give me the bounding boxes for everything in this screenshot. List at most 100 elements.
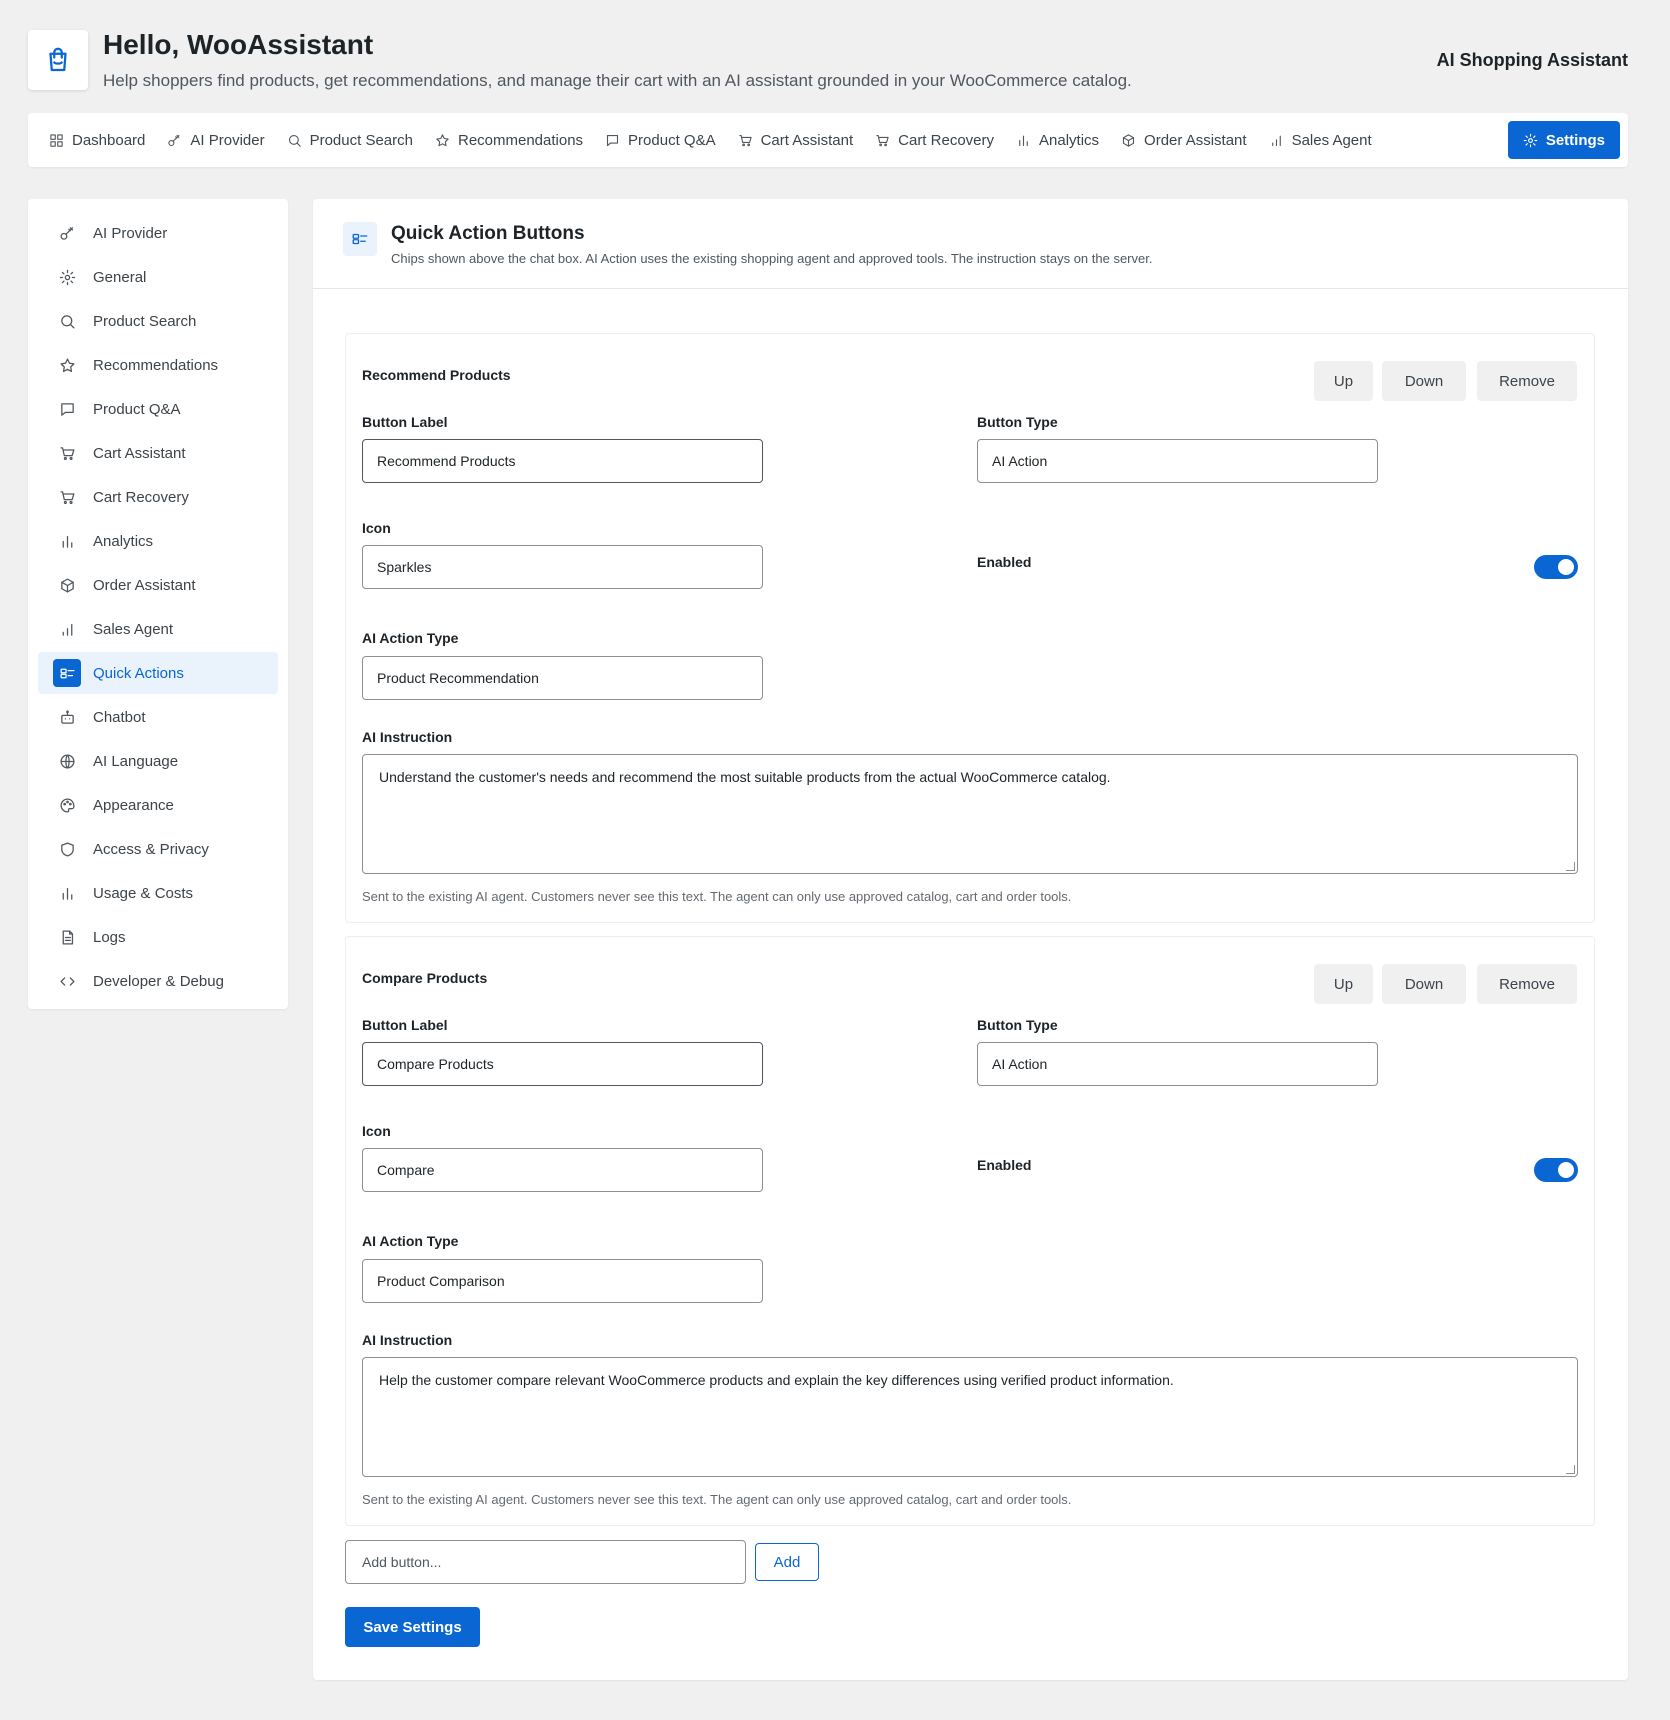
icon-select[interactable]: Sparkles bbox=[362, 545, 763, 589]
shopping-bag-icon bbox=[28, 30, 88, 90]
tab-product-qa[interactable]: Product Q&A bbox=[594, 121, 727, 159]
panel-description: Chips shown above the chat box. AI Actio… bbox=[391, 251, 1153, 266]
quick-action-card: Recommend Products Up Down Remove Button… bbox=[345, 333, 1595, 923]
panel-title: Quick Action Buttons bbox=[391, 223, 585, 244]
sidebar-item-cart-recovery[interactable]: Cart Recovery bbox=[38, 476, 278, 518]
ai-action-type-select[interactable]: Product Recommendation bbox=[362, 656, 763, 700]
bar-chart-icon bbox=[1271, 135, 1281, 146]
star-icon bbox=[436, 133, 449, 146]
code-icon bbox=[53, 967, 81, 995]
sidebar-item-general[interactable]: General bbox=[38, 256, 278, 298]
remove-button[interactable]: Remove bbox=[1477, 361, 1577, 401]
tab-label: Sales Agent bbox=[1291, 131, 1372, 149]
button-type-select[interactable]: AI Action bbox=[977, 439, 1378, 483]
move-down-button[interactable]: Down bbox=[1382, 361, 1466, 401]
sidebar-item-usage-costs[interactable]: Usage & Costs bbox=[38, 872, 278, 914]
sidebar-item-cart-assistant[interactable]: Cart Assistant bbox=[38, 432, 278, 474]
remove-button[interactable]: Remove bbox=[1477, 964, 1577, 1004]
sidebar-item-sales-agent[interactable]: Sales Agent bbox=[38, 608, 278, 650]
button-label-input[interactable]: Recommend Products bbox=[362, 439, 763, 483]
tab-product-search[interactable]: Product Search bbox=[276, 121, 424, 159]
cart-icon bbox=[53, 483, 81, 511]
tab-order-assistant[interactable]: Order Assistant bbox=[1110, 121, 1258, 159]
add-button[interactable]: Add bbox=[755, 1543, 819, 1581]
package-icon bbox=[1122, 133, 1135, 147]
bar-chart-icon bbox=[53, 879, 81, 907]
key-icon bbox=[53, 219, 81, 247]
ai-instruction-textarea[interactable]: Understand the customer's needs and reco… bbox=[362, 754, 1578, 874]
move-up-button[interactable]: Up bbox=[1314, 361, 1373, 401]
grid-icon bbox=[50, 133, 63, 147]
tab-label: Settings bbox=[1545, 131, 1605, 149]
sidebar-item-appearance[interactable]: Appearance bbox=[38, 784, 278, 826]
sidebar-item-label: AI Provider bbox=[93, 224, 168, 242]
quick-action-name: Compare Products bbox=[362, 970, 488, 986]
gear-icon bbox=[1523, 133, 1538, 147]
save-settings-button[interactable]: Save Settings bbox=[345, 1607, 480, 1647]
sidebar-item-chatbot[interactable]: Chatbot bbox=[38, 696, 278, 738]
ai-action-type-label: AI Action Type bbox=[362, 630, 459, 646]
icon-select[interactable]: Compare bbox=[362, 1148, 763, 1192]
button-type-label: Button Type bbox=[977, 1017, 1058, 1033]
quick-actions-panel: Quick Action Buttons Chips shown above t… bbox=[313, 199, 1628, 1680]
sidebar-item-ai-provider[interactable]: AI Provider bbox=[38, 212, 278, 254]
cart-icon bbox=[876, 134, 889, 146]
move-down-button[interactable]: Down bbox=[1382, 964, 1466, 1004]
tab-sales-agent[interactable]: Sales Agent bbox=[1258, 121, 1383, 159]
search-icon bbox=[53, 307, 81, 335]
enabled-toggle[interactable] bbox=[1534, 555, 1578, 579]
tab-recommendations[interactable]: Recommendations bbox=[424, 121, 594, 159]
sidebar-item-quick-actions[interactable]: Quick Actions bbox=[38, 652, 278, 694]
bar-chart-icon bbox=[1019, 135, 1028, 146]
globe-icon bbox=[53, 747, 81, 775]
sidebar-item-label: General bbox=[93, 268, 147, 286]
button-label-label: Button Label bbox=[362, 1017, 448, 1033]
resize-handle[interactable] bbox=[1566, 862, 1575, 871]
sidebar-item-order-assistant[interactable]: Order Assistant bbox=[38, 564, 278, 606]
ai-instruction-label: AI Instruction bbox=[362, 729, 453, 745]
tab-label: Order Assistant bbox=[1144, 131, 1247, 149]
sidebar-item-logs[interactable]: Logs bbox=[38, 916, 278, 958]
sidebar-item-label: Sales Agent bbox=[93, 620, 174, 638]
tab-label: Product Q&A bbox=[628, 131, 716, 149]
palette-icon bbox=[53, 791, 81, 819]
sidebar-item-analytics[interactable]: Analytics bbox=[38, 520, 278, 562]
panel-header: Quick Action Buttons Chips shown above t… bbox=[313, 199, 1628, 289]
sidebar-item-label: Usage & Costs bbox=[93, 884, 194, 902]
quick-action-card: Compare Products Up Down Remove Button L… bbox=[345, 936, 1595, 1526]
tab-settings[interactable]: Settings bbox=[1507, 121, 1620, 159]
tab-analytics[interactable]: Analytics bbox=[1005, 121, 1110, 159]
button-type-select[interactable]: AI Action bbox=[977, 1042, 1378, 1086]
button-type-label: Button Type bbox=[977, 414, 1058, 430]
move-up-button[interactable]: Up bbox=[1314, 964, 1373, 1004]
sidebar-item-label: AI Language bbox=[93, 752, 179, 770]
tab-cart-recovery[interactable]: Cart Recovery bbox=[864, 121, 1005, 159]
sidebar-item-ai-language[interactable]: AI Language bbox=[38, 740, 278, 782]
sidebar-item-developer-debug[interactable]: Developer & Debug bbox=[38, 960, 278, 1002]
tab-dashboard[interactable]: Dashboard bbox=[49, 121, 156, 159]
tab-label: Recommendations bbox=[457, 131, 584, 149]
page-header: Hello, WooAssistant Help shoppers find p… bbox=[28, 29, 1628, 91]
page-title: Hello, WooAssistant bbox=[103, 29, 374, 60]
add-button-input[interactable]: Add button... bbox=[345, 1540, 746, 1584]
sidebar-item-product-qa[interactable]: Product Q&A bbox=[38, 388, 278, 430]
sidebar-item-label: Recommendations bbox=[93, 356, 219, 374]
sidebar-item-recommendations[interactable]: Recommendations bbox=[38, 344, 278, 386]
sidebar-item-label: Chatbot bbox=[93, 708, 146, 726]
enabled-toggle[interactable] bbox=[1534, 1158, 1578, 1182]
quick-actions-icon bbox=[343, 222, 377, 256]
sidebar-item-label: Cart Assistant bbox=[93, 444, 186, 462]
sidebar-item-label: Developer & Debug bbox=[93, 972, 224, 990]
top-navigation: Dashboard AI Provider Product Search Rec… bbox=[28, 113, 1628, 167]
button-label-input[interactable]: Compare Products bbox=[362, 1042, 763, 1086]
sidebar-item-product-search[interactable]: Product Search bbox=[38, 300, 278, 342]
tab-label: Analytics bbox=[1039, 131, 1100, 149]
tab-ai-provider[interactable]: AI Provider bbox=[156, 121, 275, 159]
ai-instruction-textarea[interactable]: Help the customer compare relevant WooCo… bbox=[362, 1357, 1578, 1477]
sidebar-item-access-privacy[interactable]: Access & Privacy bbox=[38, 828, 278, 870]
tab-cart-assistant[interactable]: Cart Assistant bbox=[727, 121, 865, 159]
ai-instruction-label: AI Instruction bbox=[362, 1332, 453, 1348]
resize-handle[interactable] bbox=[1566, 1465, 1575, 1474]
tab-label: Cart Assistant bbox=[760, 131, 854, 149]
ai-action-type-select[interactable]: Product Comparison bbox=[362, 1259, 763, 1303]
